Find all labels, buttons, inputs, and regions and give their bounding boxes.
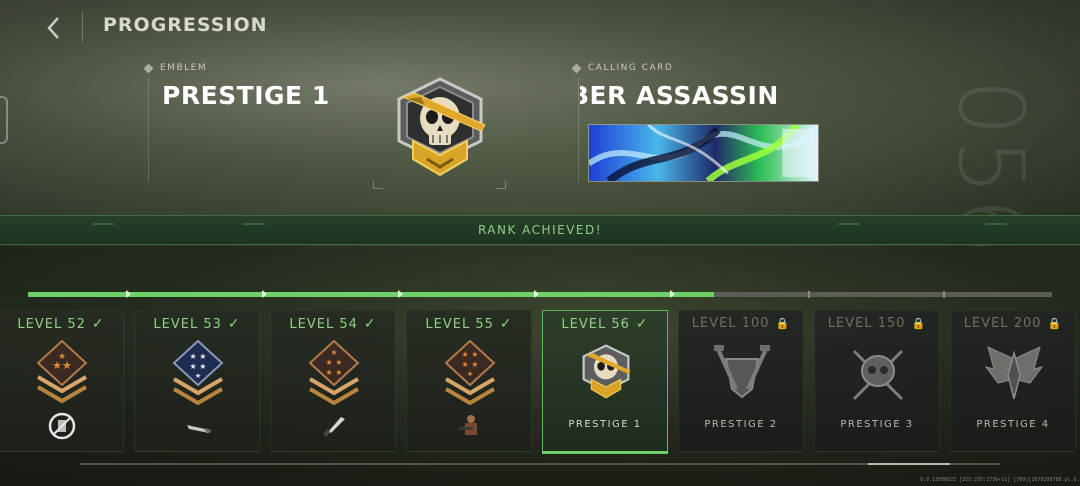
- scrollbar-thumb[interactable]: [868, 463, 950, 465]
- rank-chevron-bronze-stars-icon: ★ ★ ★ ★ ★: [308, 339, 360, 405]
- lock-icon: 🔒: [1047, 317, 1063, 330]
- level-label-text: LEVEL 100: [691, 316, 770, 331]
- calling-card-label-text: CALLING CARD: [588, 63, 674, 73]
- rank-chevron-bronze-stars-icon: ★★ ★: [36, 339, 88, 404]
- progress-marker-icon: [398, 290, 403, 298]
- progress-track: [28, 290, 1052, 298]
- rank-chevron-bronze-stars-icon: ★ ★ ★ ★ ★: [444, 339, 496, 405]
- no-ammo-badge-icon: [48, 412, 76, 440]
- rank-chevron-blue-stars-icon: ★ ★ ★ ★ ★: [172, 339, 224, 405]
- level-label-text: LEVEL 55: [425, 317, 494, 332]
- svg-text:★: ★: [58, 352, 66, 362]
- calling-card-section-label: CALLING CARD: [571, 63, 674, 73]
- level-label-text: LEVEL 53: [153, 317, 222, 332]
- lock-icon: 🔒: [775, 317, 791, 330]
- svg-text:★ ★: ★ ★: [190, 362, 207, 371]
- calling-card-title-container: BER ASSASSIN: [580, 81, 820, 115]
- diamond-icon: [143, 63, 154, 73]
- prestige-3-skull-emblem-icon: [852, 349, 904, 401]
- prestige-name: PRESTIGE 4: [976, 419, 1050, 430]
- level-card-53[interactable]: LEVEL 53 ✓ ★ ★ ★ ★ ★: [134, 310, 260, 452]
- horizontal-scrollbar[interactable]: [80, 463, 1000, 465]
- calling-card-title: BER ASSASSIN: [580, 81, 779, 110]
- top-bar: PROGRESSION: [0, 0, 1080, 52]
- chevron-left-icon: [47, 17, 59, 39]
- emblem-corner: [373, 181, 383, 189]
- emblem-title: PRESTIGE 1: [162, 81, 330, 110]
- level-label: LEVEL 52 ✓: [0, 316, 123, 332]
- emblem-frame-line: [148, 78, 149, 182]
- progress-tick: [943, 291, 945, 298]
- level-label-text: LEVEL 200: [963, 316, 1042, 331]
- level-label-text: LEVEL 56: [561, 317, 630, 332]
- prestige-1-skull-emblem-icon: [397, 77, 486, 177]
- prestige-name: PRESTIGE 3: [840, 419, 914, 430]
- level-label: LEVEL 54 ✓: [271, 316, 395, 332]
- level-label: LEVEL 150 🔒: [815, 316, 939, 331]
- svg-text:★ ★: ★ ★: [326, 358, 343, 367]
- calling-card-image: [588, 124, 819, 182]
- emblem-label-text: EMBLEM: [160, 63, 208, 73]
- emblem-section-label: EMBLEM: [143, 63, 208, 73]
- progress-marker-icon: [670, 290, 675, 298]
- svg-text:★ ★: ★ ★: [326, 368, 343, 377]
- build-info-text: 9.9.13506623 [255:255:1736+11] [709][167…: [920, 477, 1080, 483]
- svg-text:★: ★: [330, 348, 337, 357]
- prestige-name: PRESTIGE 2: [704, 419, 778, 430]
- header-divider: [82, 12, 83, 42]
- card-frame-line: [578, 78, 579, 182]
- checkmark-icon: ✓: [635, 316, 649, 332]
- level-label-text: LEVEL 150: [827, 316, 906, 331]
- checkmark-icon: ✓: [363, 316, 377, 332]
- prestige-4-winged-emblem-icon: [984, 346, 1044, 400]
- level-card-200[interactable]: LEVEL 200 🔒 PRESTIGE 4: [950, 310, 1076, 452]
- rank-achieved-text: RANK ACHIEVED!: [477, 223, 603, 237]
- svg-text:★: ★: [195, 372, 201, 380]
- emblem-corner: [496, 181, 506, 189]
- level-label: LEVEL 55 ✓: [407, 316, 531, 332]
- progress-marker-icon: [262, 290, 267, 298]
- prestige-1-skull-emblem-icon: [582, 344, 631, 399]
- level-label: LEVEL 100 🔒: [679, 316, 803, 331]
- progress-marker-icon: [534, 290, 539, 298]
- prestige-name: PRESTIGE 1: [568, 419, 642, 430]
- svg-text:★ ★: ★ ★: [462, 360, 479, 369]
- lock-icon: 🔒: [911, 317, 927, 330]
- level-label-text: LEVEL 54: [289, 317, 358, 332]
- level-card-52[interactable]: LEVEL 52 ✓ ★★ ★: [0, 310, 124, 452]
- side-nav-bracket: [0, 96, 8, 144]
- level-label: LEVEL 200 🔒: [951, 316, 1075, 331]
- progress-tick: [808, 291, 810, 298]
- checkmark-icon: ✓: [227, 316, 241, 332]
- svg-text:★ ★: ★ ★: [190, 352, 207, 361]
- level-label: LEVEL 53 ✓: [135, 316, 259, 332]
- svg-text:★: ★: [467, 370, 473, 378]
- knife-icon: [187, 425, 212, 433]
- checkmark-icon: ✓: [91, 316, 105, 332]
- diamond-icon: [571, 63, 582, 73]
- prestige-2-rifles-emblem-icon: [714, 345, 770, 399]
- decorative-level-number: 056: [938, 79, 1043, 257]
- level-card-56[interactable]: LEVEL 56 ✓ PRESTIGE 1: [542, 310, 668, 454]
- level-label-text: LEVEL 52: [17, 317, 86, 332]
- blade-icon: [323, 417, 345, 437]
- level-label: LEVEL 56 ✓: [543, 316, 667, 332]
- checkmark-icon: ✓: [499, 316, 513, 332]
- back-button[interactable]: [36, 10, 72, 44]
- svg-text:★ ★: ★ ★: [462, 350, 479, 359]
- rank-achieved-banner: RANK ACHIEVED!: [0, 215, 1080, 245]
- operator-figure-icon: [459, 415, 477, 435]
- page-title: PROGRESSION: [103, 14, 268, 36]
- level-card-54[interactable]: LEVEL 54 ✓ ★ ★ ★ ★ ★: [270, 310, 396, 452]
- level-card-100[interactable]: LEVEL 100 🔒 PRESTIGE 2: [678, 310, 804, 452]
- level-card-55[interactable]: LEVEL 55 ✓ ★ ★ ★ ★ ★: [406, 310, 532, 452]
- level-card-150[interactable]: LEVEL 150 🔒 PRESTIGE 3: [814, 310, 940, 452]
- progress-marker-icon: [126, 290, 131, 298]
